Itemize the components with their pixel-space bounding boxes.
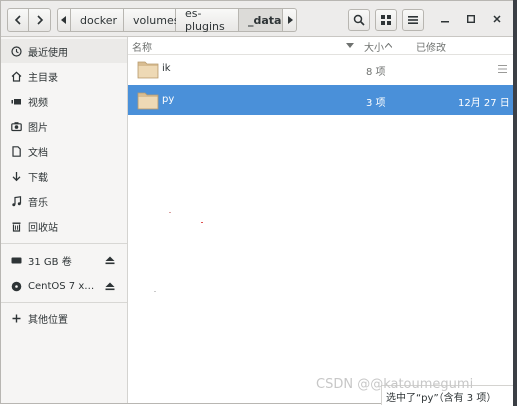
disc-icon xyxy=(10,280,22,292)
breadcrumb-scroll-right[interactable] xyxy=(283,8,297,32)
table-row[interactable]: ik 8 项 xyxy=(128,54,514,84)
file-name: py xyxy=(162,94,175,105)
desktop-edge xyxy=(513,0,517,406)
nav-buttons xyxy=(7,8,51,32)
sidebar-item-other-locations[interactable]: 其他位置 xyxy=(1,306,127,330)
sidebar-item-label: 31 GB 卷 xyxy=(28,256,72,268)
sort-up-icon xyxy=(385,43,392,48)
sidebar-item-downloads[interactable]: 下载 xyxy=(1,164,127,188)
file-manager-window: docker volumes es-plugins _data 最近使用 主目录… xyxy=(0,0,515,405)
column-size-header[interactable]: 大小 xyxy=(364,39,384,54)
download-icon xyxy=(10,170,22,182)
sort-down-icon xyxy=(346,43,354,48)
grid-view-icon xyxy=(381,15,391,25)
file-list: 名称 大小 已修改 ik 8 项 py 3 项 12月 27 日 xyxy=(128,37,514,403)
sidebar-item-pictures[interactable]: 图片 xyxy=(1,114,127,138)
breadcrumb-label: es-plugins xyxy=(185,7,225,33)
trash-icon xyxy=(10,220,22,232)
sidebar-item-label: 下载 xyxy=(28,172,48,184)
artifact-dot xyxy=(154,291,156,292)
sidebar-item-music[interactable]: 音乐 xyxy=(1,189,127,213)
file-modified: 12月 27 日 xyxy=(458,98,510,109)
sidebar-item-label: 回收站 xyxy=(28,222,58,234)
sidebar-item-label: 文档 xyxy=(28,147,48,159)
sidebar-item-volume[interactable]: 31 GB 卷 xyxy=(1,248,127,272)
sidebar-item-documents[interactable]: 文档 xyxy=(1,139,127,163)
maximize-button[interactable] xyxy=(463,11,479,27)
chevron-right-icon xyxy=(36,15,43,25)
sidebar-item-label: 其他位置 xyxy=(28,314,68,326)
back-button[interactable] xyxy=(7,8,29,32)
sidebar-divider xyxy=(1,243,127,244)
sidebar-item-recent[interactable]: 最近使用 xyxy=(1,39,127,63)
sidebar-item-centos[interactable]: CentOS 7 x… xyxy=(1,274,127,298)
sidebar-divider xyxy=(1,302,127,303)
sidebar-item-home[interactable]: 主目录 xyxy=(1,64,127,88)
file-size: 8 项 xyxy=(366,67,386,78)
sidebar-item-label: 最近使用 xyxy=(28,47,68,59)
eject-icon[interactable] xyxy=(104,254,116,266)
minimize-button[interactable] xyxy=(437,11,453,27)
sidebar-item-trash[interactable]: 回收站 xyxy=(1,214,127,238)
menu-button[interactable] xyxy=(402,9,424,31)
table-row[interactable]: py 3 项 12月 27 日 xyxy=(128,85,514,115)
artifact-dot xyxy=(169,212,171,213)
column-name-header[interactable]: 名称 xyxy=(132,39,152,54)
breadcrumb-item-data[interactable]: _data xyxy=(239,8,283,32)
close-icon xyxy=(493,15,501,23)
document-icon xyxy=(10,145,22,157)
sidebar-item-label: CentOS 7 x… xyxy=(28,280,95,292)
chevron-left-icon xyxy=(14,15,21,25)
column-modified-header[interactable]: 已修改 xyxy=(416,39,446,54)
sidebar-item-videos[interactable]: 视频 xyxy=(1,89,127,113)
eject-icon[interactable] xyxy=(104,280,116,292)
sidebar: 最近使用 主目录 视频 图片 文档 下载 音乐 回收站 31 GB 卷 Cent… xyxy=(1,37,128,403)
breadcrumb-label: volumes xyxy=(133,13,180,27)
artifact-dot xyxy=(201,222,203,223)
video-icon xyxy=(10,95,22,107)
folder-icon xyxy=(137,61,159,79)
maximize-icon xyxy=(467,15,475,23)
sidebar-item-label: 主目录 xyxy=(28,72,58,84)
plus-icon xyxy=(10,312,22,324)
breadcrumb: docker volumes es-plugins _data xyxy=(57,7,297,33)
search-icon xyxy=(353,14,365,26)
music-icon xyxy=(10,195,22,207)
hamburger-menu-icon xyxy=(408,16,418,24)
column-header: 名称 大小 已修改 xyxy=(128,37,514,55)
header-bar: docker volumes es-plugins _data xyxy=(1,1,514,37)
view-toggle-button[interactable] xyxy=(375,9,397,31)
camera-icon xyxy=(10,120,22,132)
sidebar-item-label: 图片 xyxy=(28,122,48,134)
close-button[interactable] xyxy=(489,11,505,27)
breadcrumb-label: _data xyxy=(248,13,282,27)
list-lines-icon xyxy=(498,65,507,73)
breadcrumb-item-docker[interactable]: docker xyxy=(71,8,124,32)
home-icon xyxy=(10,70,22,82)
watermark: CSDN @@katoumegumi xyxy=(316,377,474,392)
file-name: ik xyxy=(162,63,171,74)
clock-icon xyxy=(10,45,22,57)
forward-button[interactable] xyxy=(29,8,51,32)
sidebar-item-label: 视频 xyxy=(28,97,48,109)
sidebar-item-label: 音乐 xyxy=(28,197,48,209)
folder-icon xyxy=(137,92,159,110)
file-size: 3 项 xyxy=(366,98,386,109)
breadcrumb-item-volumes[interactable]: volumes xyxy=(124,8,180,32)
triangle-right-icon xyxy=(287,16,293,24)
search-button[interactable] xyxy=(348,9,370,31)
breadcrumb-scroll-left[interactable] xyxy=(57,8,71,32)
triangle-left-icon xyxy=(61,16,66,24)
breadcrumb-item-es-plugins[interactable]: es-plugins xyxy=(176,7,239,33)
breadcrumb-label: docker xyxy=(80,13,118,27)
drive-icon xyxy=(10,254,22,266)
minimize-icon xyxy=(441,21,449,23)
